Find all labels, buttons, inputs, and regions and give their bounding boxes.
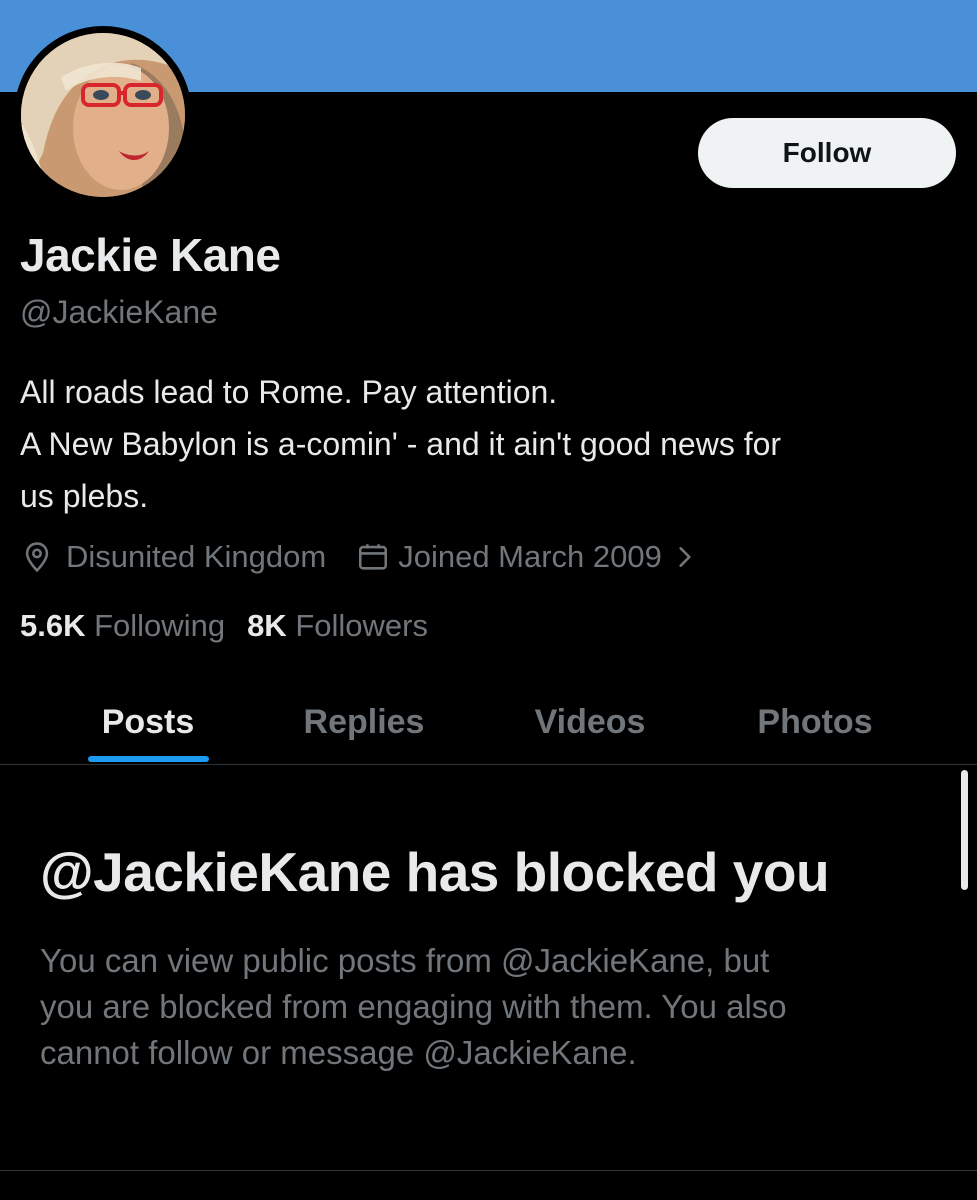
active-tab-indicator [88,756,209,762]
profile-bio: All roads lead to Rome. Pay attention. A… [20,366,960,522]
bio-line: us plebs. [20,478,149,514]
following-link[interactable]: 5.6K Following [20,608,225,644]
blocked-message-line: you are blocked from engaging with them.… [40,988,787,1025]
calendar-icon [359,544,388,570]
tab-posts[interactable]: Posts [48,680,248,764]
blocked-message-line: cannot follow or message @JackieKane. [40,1034,637,1071]
location-item: Disunited Kingdom [20,539,326,575]
tab-photos[interactable]: Photos [715,680,915,764]
bottom-divider [0,1170,977,1171]
bio-line: A New Babylon is a-comin' - and it ain't… [20,426,782,462]
followers-count: 8K [247,608,287,643]
avatar-portrait-icon [21,33,185,197]
blocked-title: @JackieKane has blocked you [40,841,830,903]
following-count: 5.6K [20,608,86,643]
scrollbar[interactable] [961,770,968,890]
blocked-message-line: You can view public posts from @JackieKa… [40,942,770,979]
display-name: Jackie Kane [20,229,281,281]
blocked-message: You can view public posts from @JackieKa… [40,938,940,1076]
following-label: Following [94,608,226,643]
location-pin-icon [25,542,49,573]
avatar-photo [21,33,185,197]
followers-label: Followers [295,608,428,643]
chevron-right-icon [679,547,691,567]
bio-line: All roads lead to Rome. Pay attention. [20,374,558,410]
tab-videos[interactable]: Videos [490,680,690,764]
joined-item[interactable]: Joined March 2009 [356,539,698,575]
profile-handle: @JackieKane [20,294,218,330]
avatar[interactable] [14,26,192,204]
profile-stats: 5.6K Following 8K Followers [20,604,428,648]
profile-meta: Disunited Kingdom Joined March 2009 [20,534,698,580]
profile-tabs: Posts Replies Videos Photos [0,680,977,765]
followers-link[interactable]: 8K Followers [247,608,428,644]
joined-text: Joined March 2009 [398,539,662,574]
location-text: Disunited Kingdom [66,539,327,574]
tab-replies[interactable]: Replies [264,680,464,764]
follow-button[interactable]: Follow [698,118,956,188]
